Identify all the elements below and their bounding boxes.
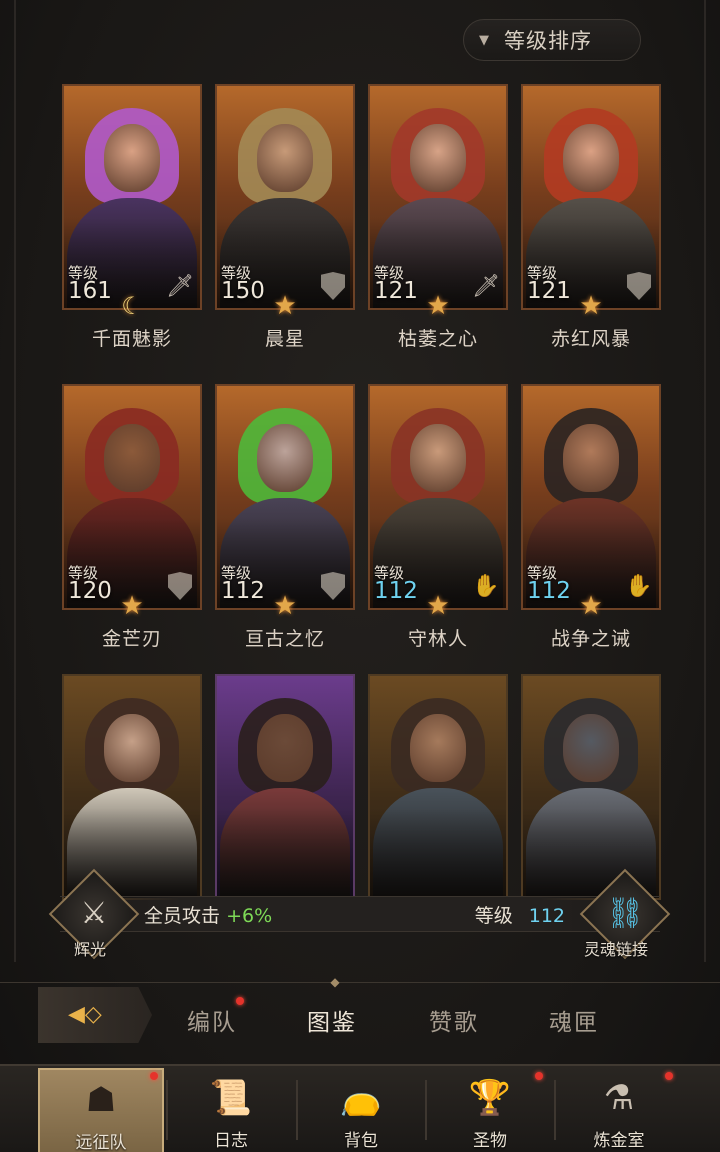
hero-portrait-frame xyxy=(368,674,508,900)
hero-portrait-frame xyxy=(521,674,661,900)
scroll-icon: 📜 xyxy=(209,1078,253,1118)
hero-portrait-frame: 等级 120 xyxy=(62,384,202,610)
dropdown-triangle-icon: ▼ xyxy=(479,32,489,48)
bottom-navigation: ☗ 远征队 📜 日志 👝 背包 🏆 圣物 ⚗ 炼金室 xyxy=(0,1064,720,1152)
tab-codex[interactable]: 图鉴 xyxy=(307,1003,357,1037)
arrow-left-icon: ◀◇ xyxy=(68,1002,102,1027)
bag-icon: 👝 xyxy=(339,1078,383,1118)
hero-level: 161 xyxy=(68,278,112,304)
star-icon: ★ xyxy=(579,591,603,621)
hero-name: 赤红风暴 xyxy=(550,328,631,350)
collapse-button[interactable]: ◀◇ xyxy=(38,987,152,1043)
hero-name: 晨星 xyxy=(264,328,305,350)
hero-portrait-frame: 等级 121 🗡 xyxy=(368,84,508,310)
tab-hymn[interactable]: 赞歌 xyxy=(429,1003,479,1037)
nav-journal[interactable]: 📜 日志 xyxy=(168,1068,294,1152)
hero-portrait xyxy=(217,676,353,898)
team-attack-buff: 全员攻击 +6% xyxy=(144,901,272,928)
soul-link-level: 等级 112 xyxy=(475,901,565,928)
tab-soul-box[interactable]: 魂匣 xyxy=(549,1003,599,1037)
hero-portrait xyxy=(370,676,506,898)
hero-level: 112 xyxy=(374,578,418,604)
hero-card[interactable]: 等级 112 ✋ ★ 战争之诫 xyxy=(521,384,661,654)
hero-card[interactable]: 等级 121 ★ 赤红风暴 xyxy=(521,84,661,354)
sword-icon: 🗡 xyxy=(472,274,500,299)
nav-alchemy[interactable]: ⚗ 炼金室 xyxy=(556,1068,682,1152)
buff-label: 全员攻击 xyxy=(144,905,221,927)
hand-icon: ✋ xyxy=(625,574,653,599)
hero-name: 战争之诫 xyxy=(550,628,631,650)
hero-card[interactable]: 等级 112 ✋ ★ 守林人 xyxy=(368,384,508,654)
sort-by-level-button[interactable]: ▼ 等级排序 xyxy=(463,19,641,61)
hero-name: 金芒刃 xyxy=(101,628,162,650)
star-icon: ★ xyxy=(426,591,450,621)
hero-portrait-frame xyxy=(62,674,202,900)
hero-portrait-frame xyxy=(215,674,355,900)
horned-helmet-icon: ☗ xyxy=(85,1080,117,1120)
moon-icon: ☾ xyxy=(121,292,143,320)
nav-relics-badge xyxy=(535,1072,543,1080)
hero-name: 千面魅影 xyxy=(91,328,172,350)
tab-formation[interactable]: 编队 xyxy=(187,1003,237,1037)
hero-name: 枯萎之心 xyxy=(397,328,478,350)
nav-alchemy-badge xyxy=(665,1072,673,1080)
nav-expedition-badge xyxy=(150,1072,158,1080)
hero-card[interactable]: 等级 120 ★ 金芒刃 xyxy=(62,384,202,654)
level-value: 112 xyxy=(528,905,565,927)
hero-level: 112 xyxy=(221,578,265,604)
soul-link-label: 灵魂链接 xyxy=(584,940,649,959)
hero-level: 121 xyxy=(527,278,571,304)
hero-card[interactable]: 等级 112 ★ 亘古之忆 xyxy=(215,384,355,654)
hero-level: 120 xyxy=(68,578,112,604)
level-label: 等级 xyxy=(474,905,513,927)
tab-formation-badge xyxy=(236,997,244,1005)
hero-portrait-frame: 等级 112 ✋ xyxy=(368,384,508,610)
glow-label: 辉光 xyxy=(74,940,107,959)
hero-portrait-frame: 等级 121 xyxy=(521,84,661,310)
tab-bar: ◆ ◀◇ 编队 图鉴 赞歌 魂匣 xyxy=(0,975,720,1054)
hero-name: 亘古之忆 xyxy=(244,628,325,650)
nav-expedition[interactable]: ☗ 远征队 xyxy=(38,1068,164,1152)
sword-icon: 🗡 xyxy=(166,274,194,299)
hero-portrait-frame: 等级 161 🗡 xyxy=(62,84,202,310)
hero-name: 守林人 xyxy=(407,628,468,650)
star-icon: ★ xyxy=(120,591,144,621)
hero-portrait-frame: 等级 112 xyxy=(215,384,355,610)
hero-level: 150 xyxy=(221,278,265,304)
hero-card[interactable]: 等级 121 🗡 ★ 枯萎之心 xyxy=(368,84,508,354)
divider-ornament-icon: ◆ xyxy=(330,975,340,989)
stats-bar: ⚔ 辉光 全员攻击 +6% 等级 112 ⛓ 灵魂链接 xyxy=(0,868,720,960)
hero-card[interactable]: 等级 150 ★ 晨星 xyxy=(215,84,355,354)
star-icon: ★ xyxy=(273,291,297,321)
star-icon: ★ xyxy=(273,591,297,621)
star-icon: ★ xyxy=(426,291,450,321)
star-icon: ★ xyxy=(579,291,603,321)
chalice-icon: 🏆 xyxy=(468,1078,512,1118)
hero-level: 121 xyxy=(374,278,418,304)
hero-portrait xyxy=(523,676,659,898)
hero-portrait-frame: 等级 150 xyxy=(215,84,355,310)
alchemy-icon: ⚗ xyxy=(603,1078,635,1118)
sort-label: 等级排序 xyxy=(504,29,592,53)
hero-portrait xyxy=(64,676,200,898)
nav-relics[interactable]: 🏆 圣物 xyxy=(427,1068,553,1152)
hero-level: 112 xyxy=(527,578,571,604)
hero-card[interactable]: 等级 161 🗡 ☾ 千面魅影 xyxy=(62,84,202,354)
hand-icon: ✋ xyxy=(472,574,500,599)
buff-value: +6% xyxy=(226,905,273,927)
nav-backpack[interactable]: 👝 背包 xyxy=(298,1068,424,1152)
hero-portrait-frame: 等级 112 ✋ xyxy=(521,384,661,610)
